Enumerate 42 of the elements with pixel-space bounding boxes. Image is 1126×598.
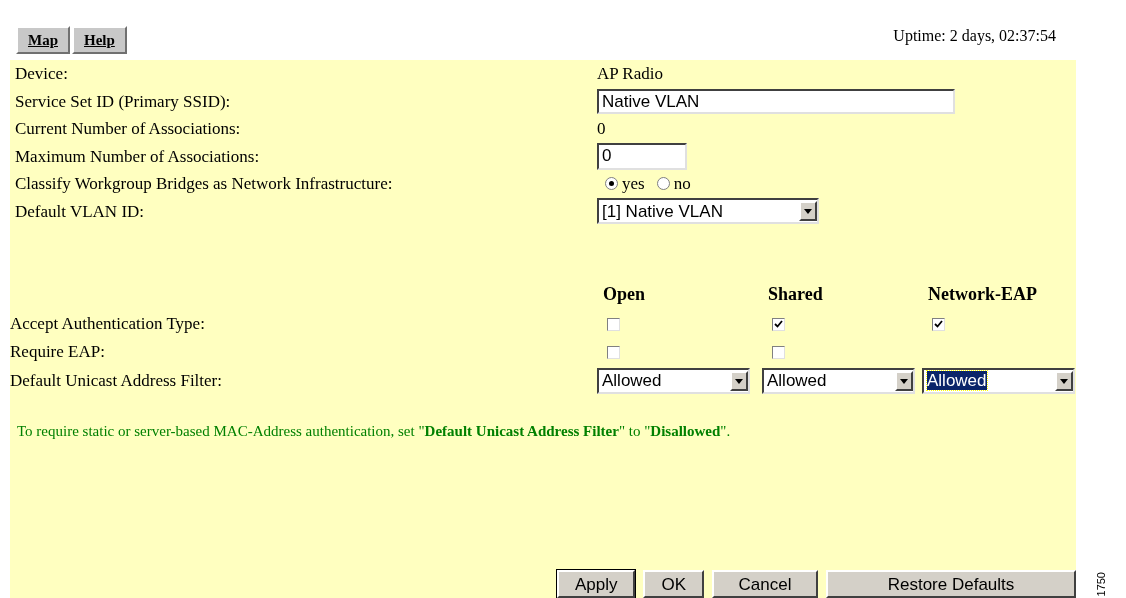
dropdown[interactable]: [1] Native VLAN — [597, 198, 819, 225]
dropdown-value: Allowed — [926, 370, 988, 393]
dropdown[interactable]: Allowed — [922, 368, 1075, 394]
radio-button[interactable] — [656, 177, 670, 191]
figure-number: 1750 — [1093, 571, 1108, 596]
field-label: Classify Workgroup Bridges as Network Infrastructure: — [15, 173, 394, 195]
checkbox[interactable] — [607, 317, 620, 331]
device-value: AP Radio — [597, 63, 664, 85]
field-label: Accept Authentication Type: — [10, 313, 205, 336]
ssid-field[interactable]: Native VLAN — [597, 88, 955, 114]
field-label: Maximum Number of Associations: — [15, 145, 261, 168]
dropdown-value: [1] Native VLAN — [601, 200, 724, 223]
column-header: Shared — [767, 283, 824, 306]
field-label: Require EAP: — [10, 341, 105, 364]
field-label: Default VLAN ID: — [15, 200, 146, 223]
form-button[interactable]: Cancel — [712, 570, 818, 598]
checkbox[interactable] — [607, 345, 620, 359]
field-label: Device: — [15, 63, 69, 85]
field-label: Default Unicast Address Filter: — [10, 370, 222, 393]
form-button[interactable]: Apply — [556, 570, 636, 598]
form-button[interactable]: Restore Defaults — [826, 570, 1076, 598]
field-label: Service Set ID (Primary SSID): — [15, 90, 232, 113]
column-header: Network-EAP — [927, 283, 1038, 306]
nav-button[interactable]: Help — [72, 26, 127, 54]
dropdown-value: Allowed — [766, 370, 828, 393]
field-label: Current Number of Associations: — [15, 118, 242, 140]
dropdown[interactable]: Allowed — [597, 368, 750, 394]
dropdown-value: Allowed — [601, 370, 663, 393]
radio-button[interactable] — [605, 177, 618, 191]
checkbox[interactable] — [932, 317, 945, 331]
column-header: Open — [602, 283, 646, 306]
checkbox[interactable] — [772, 317, 785, 331]
max-associations-field[interactable]: 0 — [597, 142, 687, 170]
nav-button[interactable]: Map — [16, 26, 70, 54]
form-button[interactable]: OK — [643, 570, 704, 598]
dropdown[interactable]: Allowed — [762, 368, 915, 394]
checkbox[interactable] — [772, 345, 785, 359]
uptime-text: Uptime: 2 days, 02:37:54 — [893, 26, 1056, 47]
info-note: To require static or server-based MAC-Address authentication, set "Default Unicast Address Filter" to "Disallowed". — [16, 422, 732, 441]
associations-value: 0 — [597, 118, 607, 140]
radio-label: no — [673, 173, 691, 195]
radio-label: yes — [622, 173, 645, 195]
